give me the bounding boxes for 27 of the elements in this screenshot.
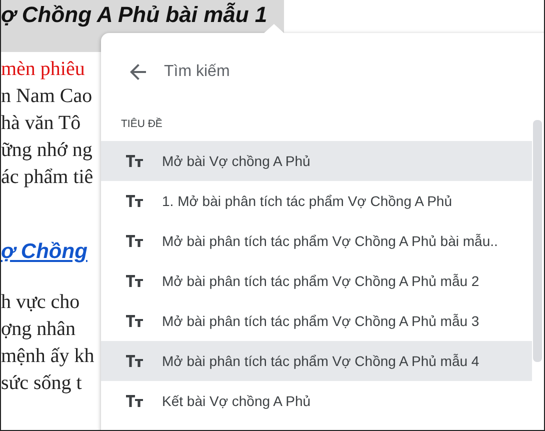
text-line: sức sống t <box>1 371 82 396</box>
text-style-icon <box>126 315 143 327</box>
text-line: h vực cho <box>1 290 80 315</box>
section-label: TIÊU ĐỀ <box>121 118 162 130</box>
heading-result[interactable]: 1. Mở bài phân tích tác phẩm Vợ Chồng A Phủ <box>101 181 532 221</box>
text-line: mèn phiêu <box>1 57 85 82</box>
text-line: ợng nhân <box>1 317 76 342</box>
heading-result[interactable]: Mở bài phân tích tác phẩm Vợ Chồng A Phủ bài mẫu.. <box>101 221 532 261</box>
text-style-icon <box>126 195 143 207</box>
text-line: ững nhớ ng <box>1 138 92 163</box>
heading-link[interactable]: ợ Chồng <box>1 239 88 265</box>
search-field[interactable]: Tìm kiếm <box>164 63 364 81</box>
text-line: mệnh ấy kh <box>1 344 94 369</box>
text-style-icon <box>126 355 143 367</box>
text-style-icon <box>126 155 143 167</box>
text-line: ác phẩm tiê <box>1 165 94 190</box>
heading-result[interactable]: Kết bài Vợ chồng A Phủ <box>101 381 532 421</box>
text-style-icon <box>126 275 143 287</box>
heading-result[interactable]: Mở bài Vợ chồng A Phủ <box>101 141 532 181</box>
text-style-icon <box>126 395 143 407</box>
heading-result[interactable]: Mở bài phân tích tác phẩm Vợ Chồng A Phủ mẫu 3 <box>101 301 532 341</box>
text-style-icon <box>126 235 143 247</box>
document-heading: ợ Chồng A Phủ bài mẫu 1 <box>1 1 268 29</box>
heading-result[interactable]: Mở bài phân tích tác phẩm Vợ Chồng A Phủ mẫu 2 <box>101 261 532 301</box>
heading-result[interactable]: Mở bài phân tích tác phẩm Vợ Chồng A Phủ mẫu 4 <box>101 341 532 381</box>
text-line: hà văn Tô <box>1 111 81 136</box>
text-line: n Nam Cao <box>1 84 92 109</box>
